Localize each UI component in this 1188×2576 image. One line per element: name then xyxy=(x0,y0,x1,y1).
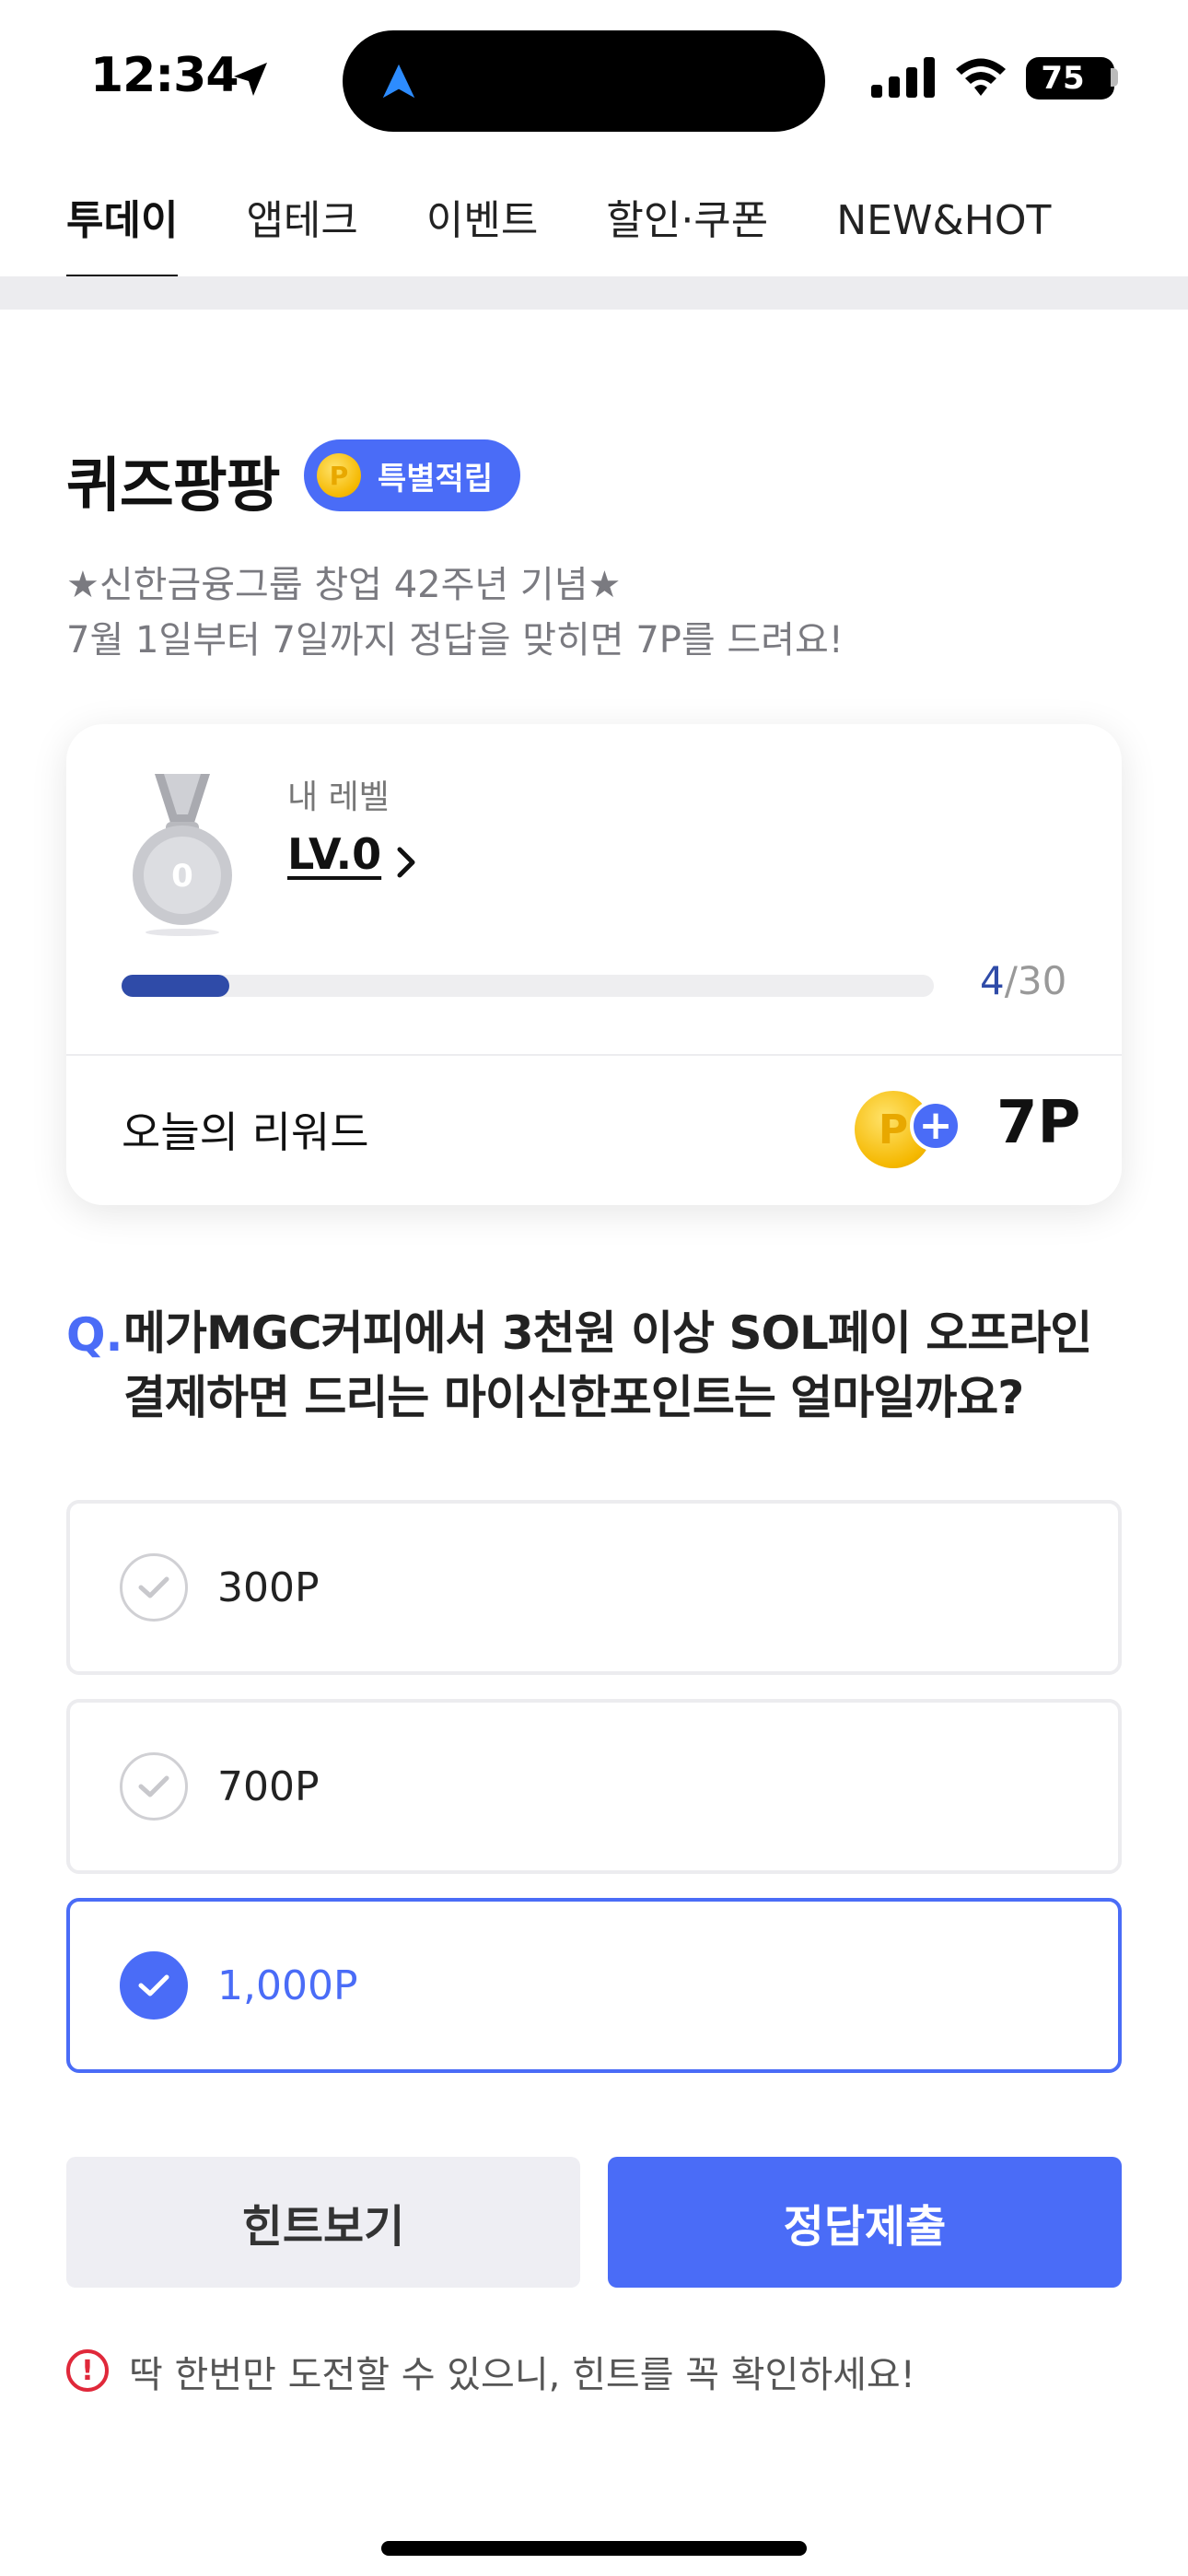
status-time: 12:34 xyxy=(90,48,239,103)
option-label: 700P xyxy=(217,1762,320,1810)
wifi-icon xyxy=(956,58,1006,96)
option-label: 1,000P xyxy=(217,1961,358,2009)
level-progress-track xyxy=(122,975,934,997)
question-prefix: Q. xyxy=(66,1308,123,1362)
chevron-right-icon[interactable] xyxy=(392,844,422,881)
cellular-signal-icon xyxy=(871,57,935,98)
medal-icon: 0 xyxy=(127,774,238,936)
battery-indicator: 75 xyxy=(1026,57,1114,100)
todays-reward-value: 7P xyxy=(996,1089,1081,1157)
check-circle-icon xyxy=(120,1553,188,1622)
progress-total: 30 xyxy=(1017,958,1067,1003)
quiz-title: 퀴즈팡팡 xyxy=(66,452,281,521)
warning-text: 딱 한번만 도전할 수 있으니, 힌트를 꼭 확인하세요! xyxy=(129,2354,915,2396)
check-circle-icon xyxy=(120,1752,188,1821)
my-level-link[interactable]: LV.0 xyxy=(287,829,381,879)
answer-option-1000p[interactable]: 1,000P xyxy=(66,1898,1122,2073)
progress-current: 4 xyxy=(980,958,1005,1003)
point-coin-icon: P xyxy=(317,453,361,498)
location-arrow-icon xyxy=(234,63,267,96)
level-progress-text: 4/30 xyxy=(980,958,1066,1003)
home-indicator[interactable] xyxy=(381,2541,807,2556)
tab-new-hot[interactable]: NEW&HOT xyxy=(836,184,1051,280)
question-text: 메가MGC커피에서 3천원 이상 SOL페이 오프라인 결제하면 드리는 마이신… xyxy=(123,1306,1092,1424)
tab-today[interactable]: 투데이 xyxy=(66,184,179,280)
hint-button[interactable]: 힌트보기 xyxy=(66,2157,580,2288)
tab-event[interactable]: 이벤트 xyxy=(426,184,538,280)
check-circle-selected-icon xyxy=(120,1951,188,2020)
plus-icon: + xyxy=(910,1100,961,1152)
my-level-label: 내 레벨 xyxy=(287,779,390,816)
medal-number: 0 xyxy=(171,858,193,895)
navigation-arrow-icon xyxy=(382,64,415,99)
battery-cap xyxy=(1111,68,1118,87)
special-reward-badge: P 특별적립 xyxy=(304,439,521,511)
description-line-2: 7월 1일부터 7일까지 정답을 맞히면 7P를 드려요! xyxy=(66,619,844,662)
level-progress-fill xyxy=(122,975,229,997)
warning-icon: ! xyxy=(66,2349,109,2392)
tab-discount-coupon[interactable]: 할인·쿠폰 xyxy=(606,184,768,280)
todays-reward-label: 오늘의 리워드 xyxy=(122,1107,369,1157)
submit-answer-button[interactable]: 정답제출 xyxy=(608,2157,1122,2288)
quiz-description: ★신한금융그룹 창업 42주년 기념★ 7월 1일부터 7일까지 정답을 맞히면… xyxy=(66,557,844,668)
description-line-1: ★신한금융그룹 창업 42주년 기념★ xyxy=(66,564,622,606)
tab-apptech[interactable]: 앱테크 xyxy=(246,184,357,280)
option-label: 300P xyxy=(217,1563,320,1611)
answer-option-300p[interactable]: 300P xyxy=(66,1500,1122,1675)
progress-separator: / xyxy=(1004,958,1018,1003)
card-divider xyxy=(66,1054,1122,1056)
answer-option-700p[interactable]: 700P xyxy=(66,1699,1122,1874)
top-tab-bar: 투데이 앱테크 이벤트 할인·쿠폰 NEW&HOT xyxy=(66,184,1119,280)
section-divider xyxy=(0,276,1188,310)
badge-label: 특별적립 xyxy=(378,460,494,498)
